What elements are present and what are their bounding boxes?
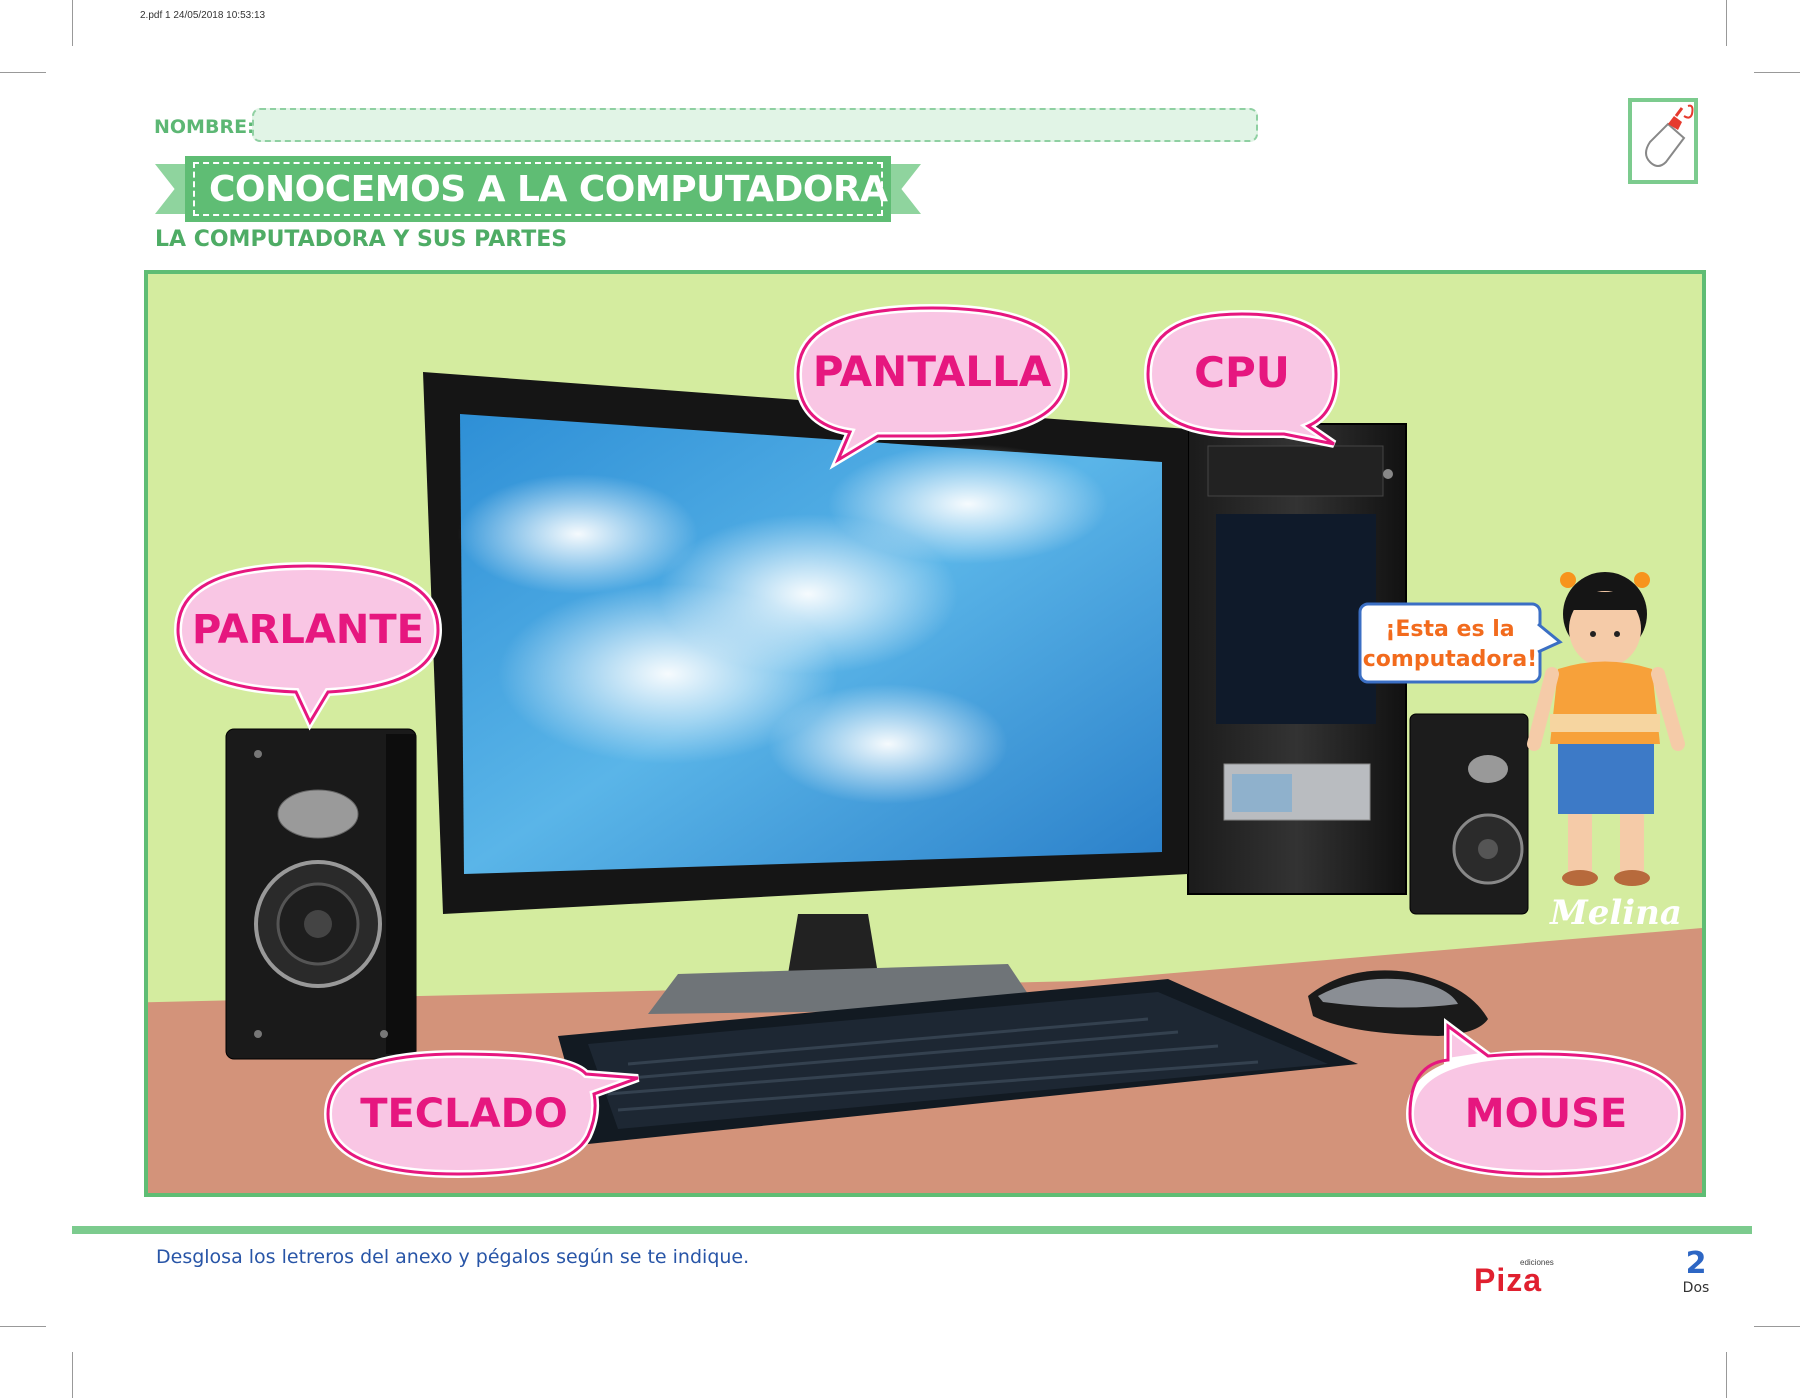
- name-label: NOMBRE:: [154, 116, 255, 138]
- crop-mark: [72, 0, 73, 46]
- label-cpu: CPU: [1194, 348, 1290, 397]
- computer-scene: PANTALLA CPU PARLANTE TECLADO MOUSE ¡Est…: [144, 270, 1706, 1197]
- page-subtitle: LA COMPUTADORA Y SUS PARTES: [155, 227, 568, 252]
- scene-illustration: PANTALLA CPU PARLANTE TECLADO MOUSE ¡Est…: [173, 303, 1687, 1179]
- crop-mark: [1726, 0, 1727, 46]
- crop-mark: [1754, 1326, 1800, 1327]
- banner-ribbon: CONOCEMOS A LA COMPUTADORA: [185, 156, 891, 222]
- crop-mark: [0, 72, 46, 73]
- character-name: Melina: [1549, 893, 1682, 933]
- speech-line-1: ¡Esta es la: [1385, 617, 1514, 642]
- speaker-left: [225, 728, 417, 1060]
- publisher-logo: ediciones Piza: [1474, 1258, 1560, 1298]
- footer-instruction: Desglosa los letreros del anexo y pégalo…: [156, 1246, 750, 1268]
- speaker-right: [1409, 713, 1529, 915]
- glue-activity-box: [1628, 98, 1698, 184]
- label-pantalla: PANTALLA: [813, 347, 1052, 396]
- print-header: 2.pdf 1 24/05/2018 10:53:13: [140, 10, 266, 21]
- crop-mark: [0, 1326, 46, 1327]
- monitor: [423, 372, 1188, 1014]
- crop-mark: [72, 1352, 73, 1398]
- page-title: CONOCEMOS A LA COMPUTADORA: [209, 168, 888, 210]
- glue-bottle-icon: [1632, 102, 1694, 180]
- title-banner: CONOCEMOS A LA COMPUTADORA: [155, 156, 921, 222]
- crop-mark: [1726, 1352, 1727, 1398]
- label-parlante: PARLANTE: [192, 607, 424, 653]
- footer-divider: [72, 1226, 1752, 1234]
- mouse: [1308, 970, 1488, 1036]
- page-number: 2: [1685, 1246, 1707, 1281]
- name-field[interactable]: [252, 108, 1258, 142]
- speech-line-2: computadora!: [1363, 647, 1537, 672]
- character-melina: [1527, 572, 1685, 886]
- label-teclado: TECLADO: [360, 1091, 568, 1137]
- banner-inner: CONOCEMOS A LA COMPUTADORA: [193, 162, 888, 216]
- label-mouse: MOUSE: [1465, 1091, 1627, 1137]
- publisher-brand: Piza: [1474, 1262, 1543, 1298]
- crop-mark: [1754, 72, 1800, 73]
- page-number-word: Dos: [1682, 1280, 1710, 1296]
